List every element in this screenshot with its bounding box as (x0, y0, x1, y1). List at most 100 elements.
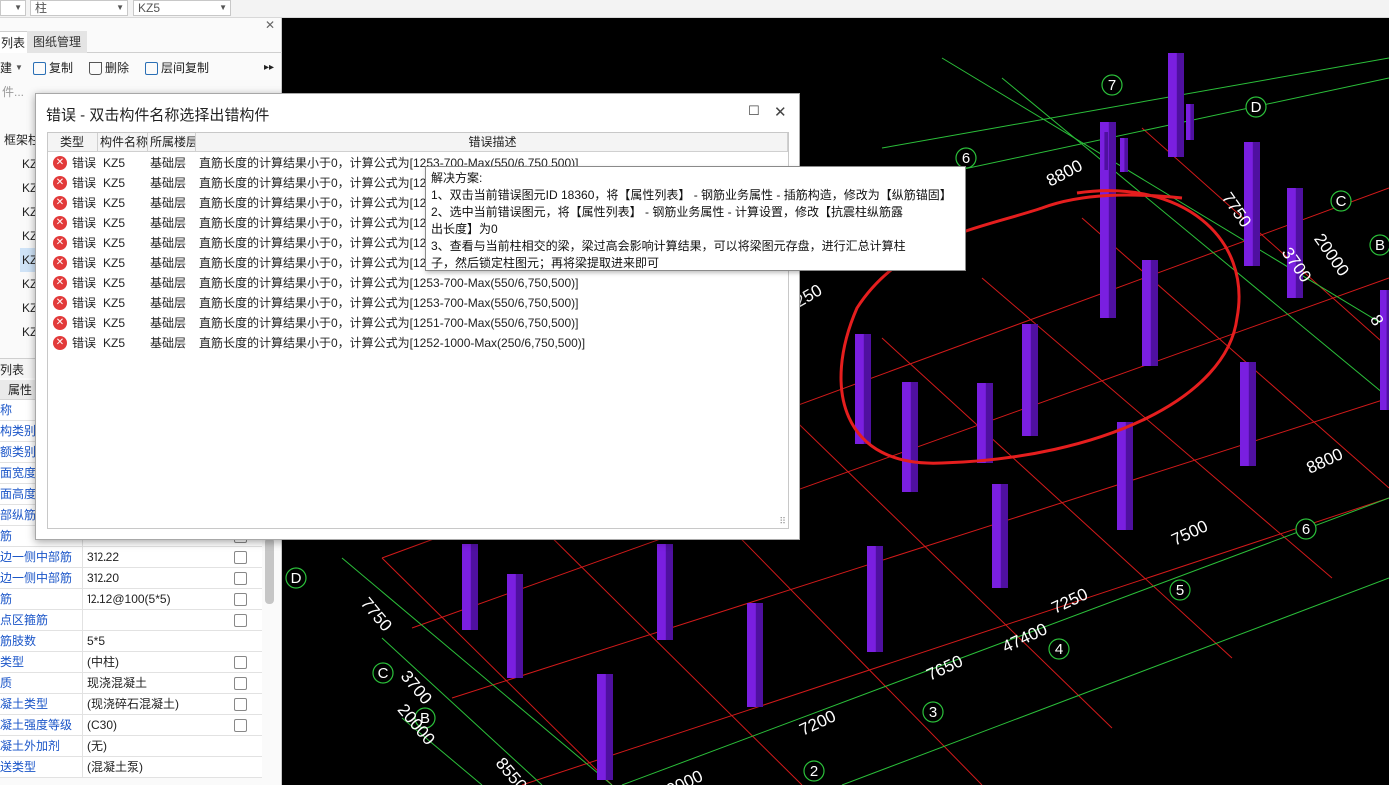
row-name[interactable]: KZ5 (103, 293, 125, 313)
property-value[interactable]: 5*5 (87, 631, 219, 652)
row-floor: 基础层 (150, 296, 187, 310)
property-name: 质 (0, 673, 83, 694)
row-desc: 直筋长度的计算结果小于0，计算公式为[1253-700-Max(550/6,75… (199, 276, 579, 290)
row-name[interactable]: KZ5 (103, 253, 125, 273)
row-name[interactable]: KZ5 (103, 173, 125, 193)
layer-copy-button[interactable]: 层间复制 (145, 59, 209, 77)
resize-grip-icon[interactable]: ⠿ (779, 516, 786, 527)
table-row[interactable]: ✕ 错误 KZ5 基础层 直筋长度的计算结果小于0，计算公式为[1253-700-Max… (48, 273, 788, 293)
property-value[interactable]: (混凝土泵) (87, 757, 219, 778)
row-type: 错误 (72, 176, 97, 190)
column-shade (515, 574, 523, 678)
table-row[interactable]: ✕ 错误 KZ5 基础层 直筋长度的计算结果小于0，计算公式为[1251-700-Max… (48, 313, 788, 333)
property-checkbox[interactable] (234, 656, 247, 669)
tab-label: 列表 (1, 36, 26, 50)
double-chevron-right-icon: ▸▸ (264, 62, 275, 73)
axis-label: D (1251, 99, 1262, 116)
row-name[interactable]: KZ5 (103, 333, 125, 353)
property-header-label: 属性 (8, 383, 33, 397)
property-row[interactable]: 凝土外加剂 (无) (0, 736, 262, 757)
error-icon: ✕ (53, 336, 67, 350)
col-name[interactable]: 构件名称 (98, 133, 148, 152)
property-value[interactable]: ⒓12@100(5*5) (87, 589, 219, 610)
property-row[interactable]: 凝土类型 (现浇碎石混凝土) (0, 694, 262, 715)
property-value[interactable]: (中柱) (87, 652, 219, 673)
property-value[interactable]: (现浇碎石混凝土) (87, 694, 219, 715)
panel-tabs: 列表 图纸管理 (0, 31, 282, 53)
property-checkbox[interactable] (234, 572, 247, 585)
tooltip-line: 2、选中当前错误图元，将【属性列表】 - 钢筋业务属性 - 计算设置，修改【抗震… (431, 205, 904, 219)
dimension-label: 3700 (397, 667, 436, 708)
column-shade (1108, 214, 1116, 318)
axis-label: 2 (810, 763, 818, 780)
column-shade (1000, 484, 1008, 588)
row-desc: 直筋长度的计算结果小于0，计算公式为[12 (199, 216, 427, 230)
row-name[interactable]: KZ5 (103, 233, 125, 253)
property-row[interactable]: 筋 ⒓12@100(5*5) (0, 589, 262, 610)
row-desc: 直筋长度的计算结果小于0，计算公式为[12 (199, 176, 427, 190)
row-desc: 直筋长度的计算结果小于0，计算公式为[1252-1000-Max(250/6,7… (199, 336, 586, 350)
property-row[interactable]: 质现浇混凝土 (0, 673, 262, 694)
property-name: 送类型 (0, 757, 83, 778)
maximize-icon[interactable]: ☐ (748, 103, 760, 119)
property-checkbox[interactable] (234, 698, 247, 711)
property-value[interactable]: 3⒓22 (87, 547, 219, 568)
property-value[interactable]: 现浇混凝土 (87, 673, 219, 694)
table-row[interactable]: ✕ 错误 KZ5 基础层 直筋长度的计算结果小于0，计算公式为[1252-1000-Ma… (48, 333, 788, 353)
property-row[interactable]: 筋肢数 5*5 (0, 631, 262, 652)
error-icon: ✕ (53, 236, 67, 250)
column-shade (863, 334, 871, 444)
close-icon[interactable]: ✕ (774, 103, 787, 121)
row-floor: 基础层 (150, 336, 187, 350)
property-row[interactable]: 边一侧中部筋 3⒓20 (0, 568, 262, 589)
property-value[interactable]: (无) (87, 736, 219, 757)
property-name: 边一侧中部筋 (0, 547, 83, 568)
col-floor[interactable]: 所属楼层 (148, 133, 196, 152)
tooltip-line: 子，然后锁定柱图元；再将梁提取进来即可 (431, 256, 660, 270)
component-combo[interactable]: KZ5 ▼ (133, 0, 231, 16)
property-name: 凝土外加剂 (0, 736, 83, 757)
property-tab-label[interactable]: 列表 (0, 361, 24, 378)
property-value[interactable]: 3⒓20 (87, 568, 219, 589)
row-name[interactable]: KZ5 (103, 273, 125, 293)
copy-label: 复制 (49, 61, 74, 75)
property-value[interactable]: (C30) (87, 715, 219, 736)
delete-button[interactable]: 删除 (89, 59, 129, 77)
property-row[interactable]: 点区箍筋 (0, 610, 262, 631)
row-name[interactable]: KZ5 (103, 193, 125, 213)
dimension-label: 8800 (1043, 156, 1085, 191)
dimension-label: 7250 (1049, 584, 1091, 617)
property-row[interactable]: 送类型 (混凝土泵) (0, 757, 262, 778)
property-row[interactable]: 类型 (中柱) (0, 652, 262, 673)
row-type: 错误 (72, 256, 97, 270)
col-type[interactable]: 类型 (48, 133, 98, 152)
chevron-down-icon: ▼ (219, 3, 227, 12)
property-scrollbar[interactable] (265, 538, 274, 604)
row-floor: 基础层 (150, 156, 187, 170)
col-desc[interactable]: 错误描述 (196, 133, 788, 152)
property-row[interactable]: 凝土强度等级 (C30) (0, 715, 262, 736)
property-row[interactable]: 边一侧中部筋 3⒓22 (0, 547, 262, 568)
more-tools-button[interactable]: ▸▸ (264, 59, 274, 77)
copy-button[interactable]: 复制 (33, 59, 73, 77)
row-name[interactable]: KZ5 (103, 313, 125, 333)
tooltip-line: 1、双击当前错误图元ID 18360，将【属性列表】 - 钢筋业务属性 - 插筋… (431, 188, 952, 202)
property-checkbox[interactable] (234, 719, 247, 732)
tab-drawing-management[interactable]: 图纸管理 (27, 31, 88, 53)
close-icon[interactable]: ✕ (265, 18, 275, 32)
table-row[interactable]: ✕ 错误 KZ5 基础层 直筋长度的计算结果小于0，计算公式为[1253-700-Max… (48, 293, 788, 313)
row-type: 错误 (72, 196, 97, 210)
row-name[interactable]: KZ5 (103, 213, 125, 233)
property-checkbox[interactable] (234, 551, 247, 564)
property-checkbox[interactable] (234, 614, 247, 627)
axis-label: C (378, 665, 389, 682)
layer-copy-label: 层间复制 (161, 61, 210, 75)
column-shade (1248, 362, 1256, 466)
property-checkbox[interactable] (234, 677, 247, 690)
tooltip-line: 出长度】为0 (431, 222, 498, 236)
new-button[interactable]: 建 ▼ (0, 59, 23, 77)
row-name[interactable]: KZ5 (103, 153, 125, 173)
property-checkbox[interactable] (234, 593, 247, 606)
category-combo[interactable]: 柱 ▼ (30, 0, 128, 16)
floor-combo[interactable]: ▼ (0, 0, 26, 16)
